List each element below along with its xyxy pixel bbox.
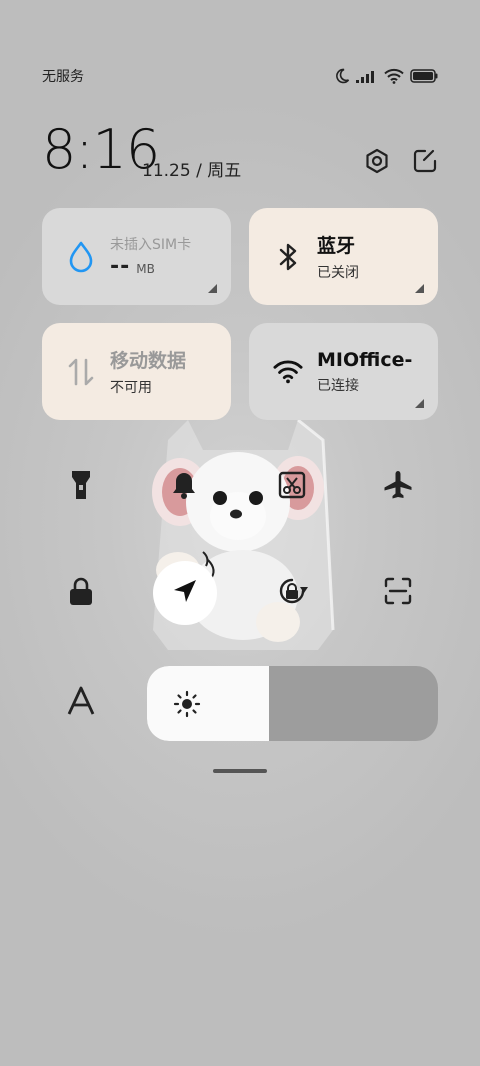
bluetooth-title: 蓝牙 — [317, 235, 356, 257]
status-icons — [334, 68, 438, 84]
bell-icon — [170, 470, 198, 504]
mobile-data-status: 不可用 — [110, 380, 152, 396]
lock-icon — [68, 576, 94, 610]
scan-icon — [383, 576, 413, 610]
mobile-data-title: 移动数据 — [110, 350, 187, 372]
location-toggle[interactable] — [153, 561, 217, 625]
settings-icon[interactable] — [364, 148, 390, 174]
rotation-lock-icon — [275, 574, 309, 612]
bluetooth-status: 已关闭 — [317, 265, 359, 281]
panel-handle[interactable] — [213, 769, 267, 773]
font-icon — [66, 686, 96, 720]
clock-date: 11.25 / 周五 — [142, 161, 242, 181]
data-tile-title: 未插入SIM卡 — [110, 237, 192, 253]
wifi-status: 已连接 — [317, 377, 359, 394]
moon-icon — [334, 68, 350, 84]
bluetooth-tile[interactable]: 蓝牙 已关闭 — [249, 208, 438, 305]
brightness-fill — [147, 666, 270, 741]
wifi-icon — [273, 357, 303, 387]
signal-icon — [356, 69, 378, 83]
status-bar: 无服务 — [42, 64, 438, 88]
ringer-toggle[interactable] — [152, 455, 216, 519]
mobile-data-tile[interactable]: 移动数据 不可用 — [42, 323, 231, 420]
flashlight-icon — [70, 469, 92, 505]
bluetooth-icon — [273, 242, 303, 272]
expand-corner-icon — [415, 284, 424, 293]
brightness-slider[interactable] — [147, 666, 438, 741]
airplane-toggle[interactable] — [366, 455, 430, 519]
clock-row: 8:16 11.25 / 周五 — [42, 118, 438, 182]
wifi-title: MIOffice- — [317, 348, 413, 371]
data-usage-tile[interactable]: 未插入SIM卡 -- MB — [42, 208, 231, 305]
expand-corner-icon — [208, 284, 217, 293]
battery-icon — [410, 69, 438, 83]
rotation-lock-toggle[interactable] — [260, 561, 324, 625]
airplane-icon — [382, 469, 414, 505]
scan-toggle[interactable] — [366, 561, 430, 625]
location-arrow-icon — [172, 578, 198, 608]
scissors-icon — [277, 470, 307, 504]
carrier-text: 无服务 — [42, 69, 84, 85]
sun-icon — [173, 690, 201, 722]
edit-icon[interactable] — [412, 148, 438, 174]
arrows-updown-icon — [66, 357, 96, 387]
flashlight-toggle[interactable] — [49, 455, 113, 519]
expand-corner-icon — [415, 399, 424, 408]
data-usage-value: -- — [110, 254, 131, 279]
wifi-icon — [384, 68, 404, 84]
water-drop-icon — [66, 241, 96, 272]
data-usage-unit: MB — [136, 262, 155, 276]
lock-toggle[interactable] — [49, 561, 113, 625]
font-toggle[interactable] — [49, 671, 113, 735]
wifi-tile[interactable]: MIOffice- 已连接 — [249, 323, 438, 420]
screenshot-toggle[interactable] — [260, 455, 324, 519]
